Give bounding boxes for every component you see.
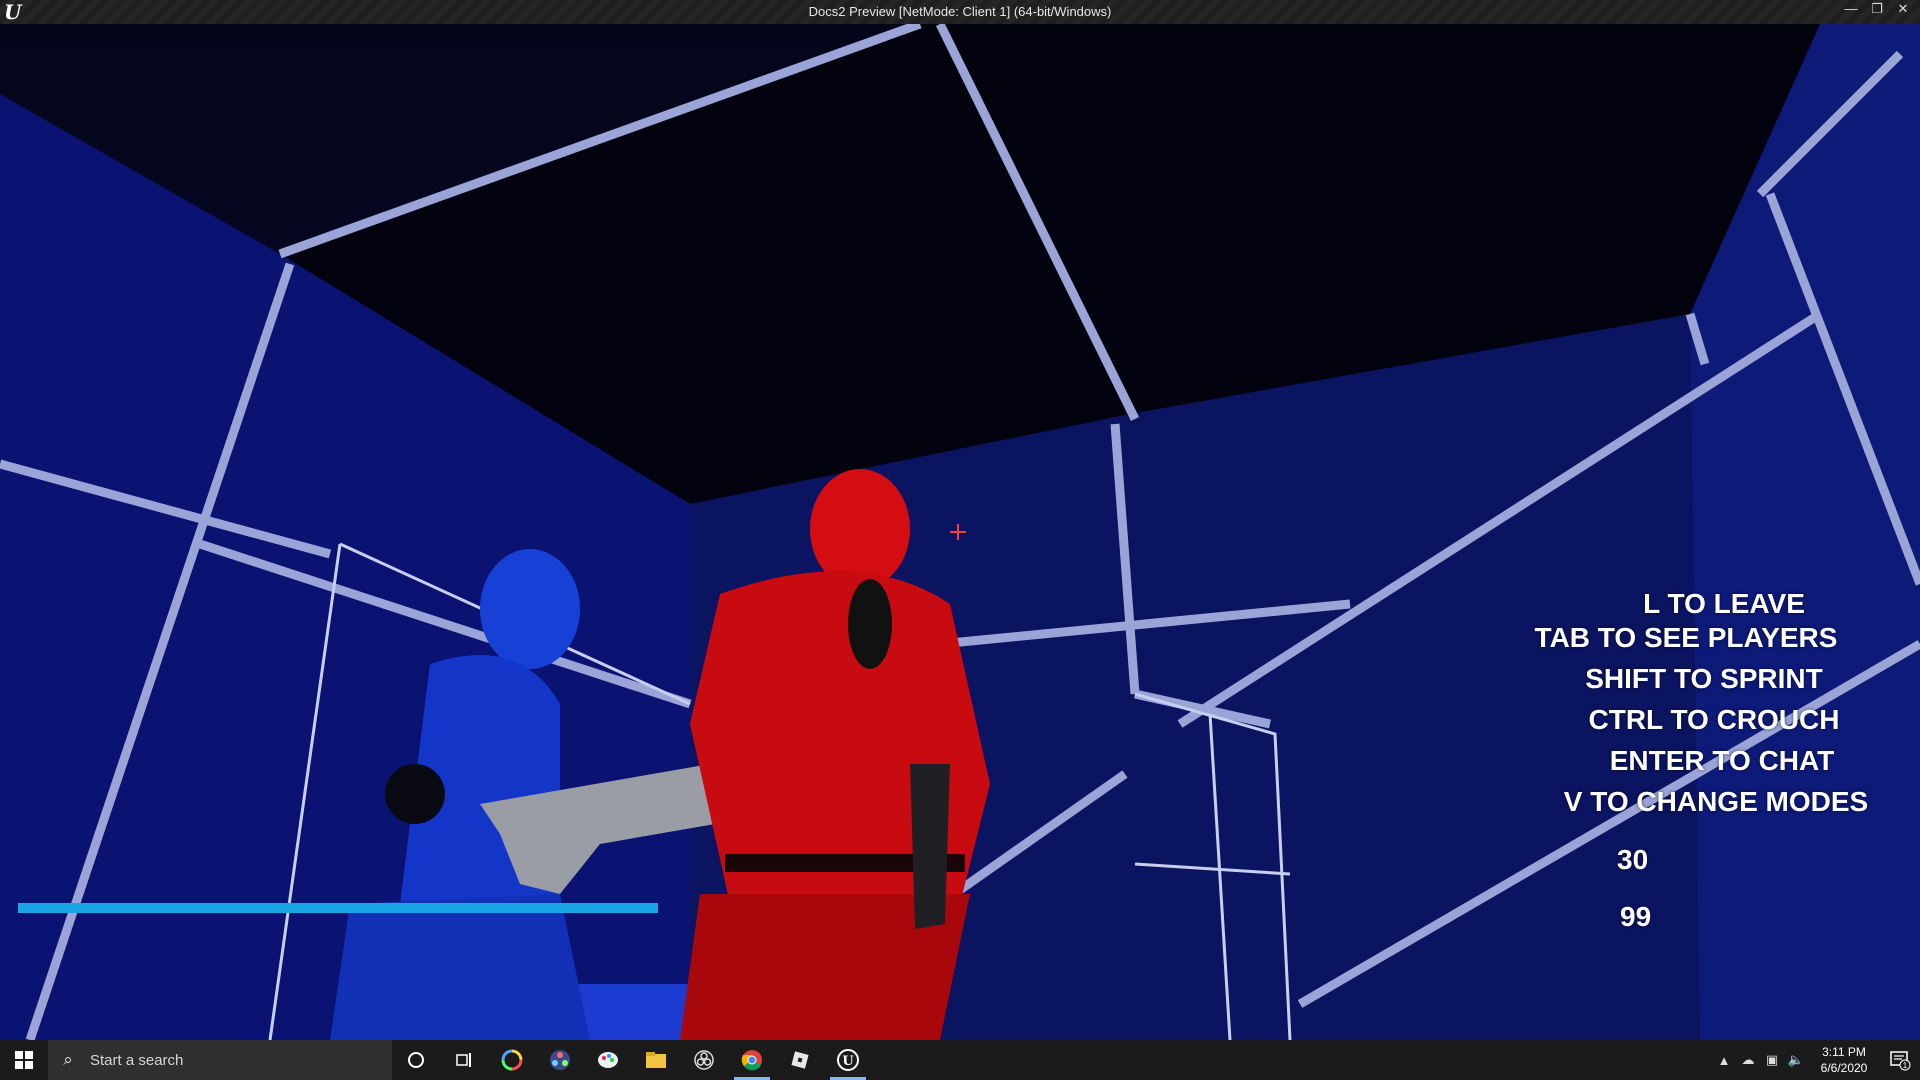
- onedrive-icon[interactable]: ☁: [1736, 1052, 1760, 1068]
- color-wheel-icon[interactable]: [488, 1040, 536, 1080]
- obs-icon[interactable]: [680, 1040, 728, 1080]
- roblox-icon[interactable]: [776, 1040, 824, 1080]
- hint-chat: ENTER TO CHAT: [1609, 745, 1835, 776]
- search-input[interactable]: [88, 1050, 382, 1070]
- davinci-resolve-icon[interactable]: [536, 1040, 584, 1080]
- unreal-engine-icon[interactable]: U: [824, 1040, 872, 1080]
- red-head: [810, 469, 910, 589]
- hint-crouch: CTRL TO CROUCH: [1588, 704, 1840, 735]
- cortana-icon[interactable]: [392, 1040, 440, 1080]
- close-button[interactable]: ✕: [1892, 0, 1914, 20]
- taskbar-app-icons: U: [392, 1040, 872, 1080]
- red-shoulder: [848, 579, 892, 669]
- hint-players: TAB TO SEE PLAYERS: [1534, 622, 1838, 653]
- window-title: Docs2 Preview [NetMode: Client 1] (64-bi…: [808, 4, 1112, 19]
- health-bar-fill: [18, 903, 658, 913]
- health-bar: [18, 903, 658, 913]
- show-hidden-icons-icon[interactable]: ▲: [1712, 1053, 1736, 1068]
- crosshair-icon: [950, 524, 966, 540]
- file-explorer-icon[interactable]: [632, 1040, 680, 1080]
- system-tray: ▲ ☁ ▣ 🔈 3:11 PM 6/6/2020 1: [1712, 1040, 1920, 1080]
- clock-date: 6/6/2020: [1820, 1061, 1868, 1075]
- game-viewport[interactable]: L TO LEAVE TAB TO SEE PLAYERS SHIFT TO S…: [0, 24, 1920, 1040]
- svg-text:U: U: [842, 1054, 854, 1069]
- window-controls: — ❐ ✕: [1840, 0, 1914, 24]
- taskbar-search[interactable]: ⌕: [48, 1040, 392, 1080]
- windows-taskbar: ⌕ Start a search U ▲ ☁ ▣ 🔈 3:11 PM 6/6/2…: [0, 1040, 1920, 1080]
- blue-legs: [330, 894, 590, 1040]
- screen: U Docs2 Preview [NetMode: Client 1] (64-…: [0, 0, 1920, 1080]
- hint-sprint: SHIFT TO SPRINT: [1585, 663, 1823, 694]
- restore-button[interactable]: ❐: [1866, 0, 1888, 20]
- hint-leave: L TO LEAVE: [1643, 588, 1805, 619]
- health-value: 99: [1620, 901, 1652, 932]
- window-title-bar[interactable]: U Docs2 Preview [NetMode: Client 1] (64-…: [0, 0, 1920, 24]
- search-icon: ⌕: [63, 1050, 73, 1069]
- volume-icon[interactable]: 🔈: [1784, 1052, 1808, 1068]
- minimize-button[interactable]: —: [1840, 0, 1862, 20]
- taskbar-clock[interactable]: 3:11 PM 6/6/2020: [1808, 1044, 1880, 1076]
- blue-shoulder: [385, 764, 445, 824]
- hint-modes: V TO CHANGE MODES: [1563, 786, 1869, 817]
- notification-count: 1: [1903, 1061, 1908, 1070]
- start-button[interactable]: [0, 1040, 48, 1080]
- chrome-icon[interactable]: [728, 1040, 776, 1080]
- task-view-icon[interactable]: [440, 1040, 488, 1080]
- windows-logo-icon: [15, 1051, 33, 1069]
- network-icon[interactable]: ▣: [1760, 1052, 1784, 1068]
- ammo-count: 30: [1617, 844, 1649, 875]
- blue-head: [480, 549, 580, 669]
- notification-center-icon[interactable]: 1: [1880, 1040, 1920, 1080]
- clock-time: 3:11 PM: [1822, 1045, 1866, 1059]
- red-pistol: [910, 764, 950, 929]
- paint-icon[interactable]: [584, 1040, 632, 1080]
